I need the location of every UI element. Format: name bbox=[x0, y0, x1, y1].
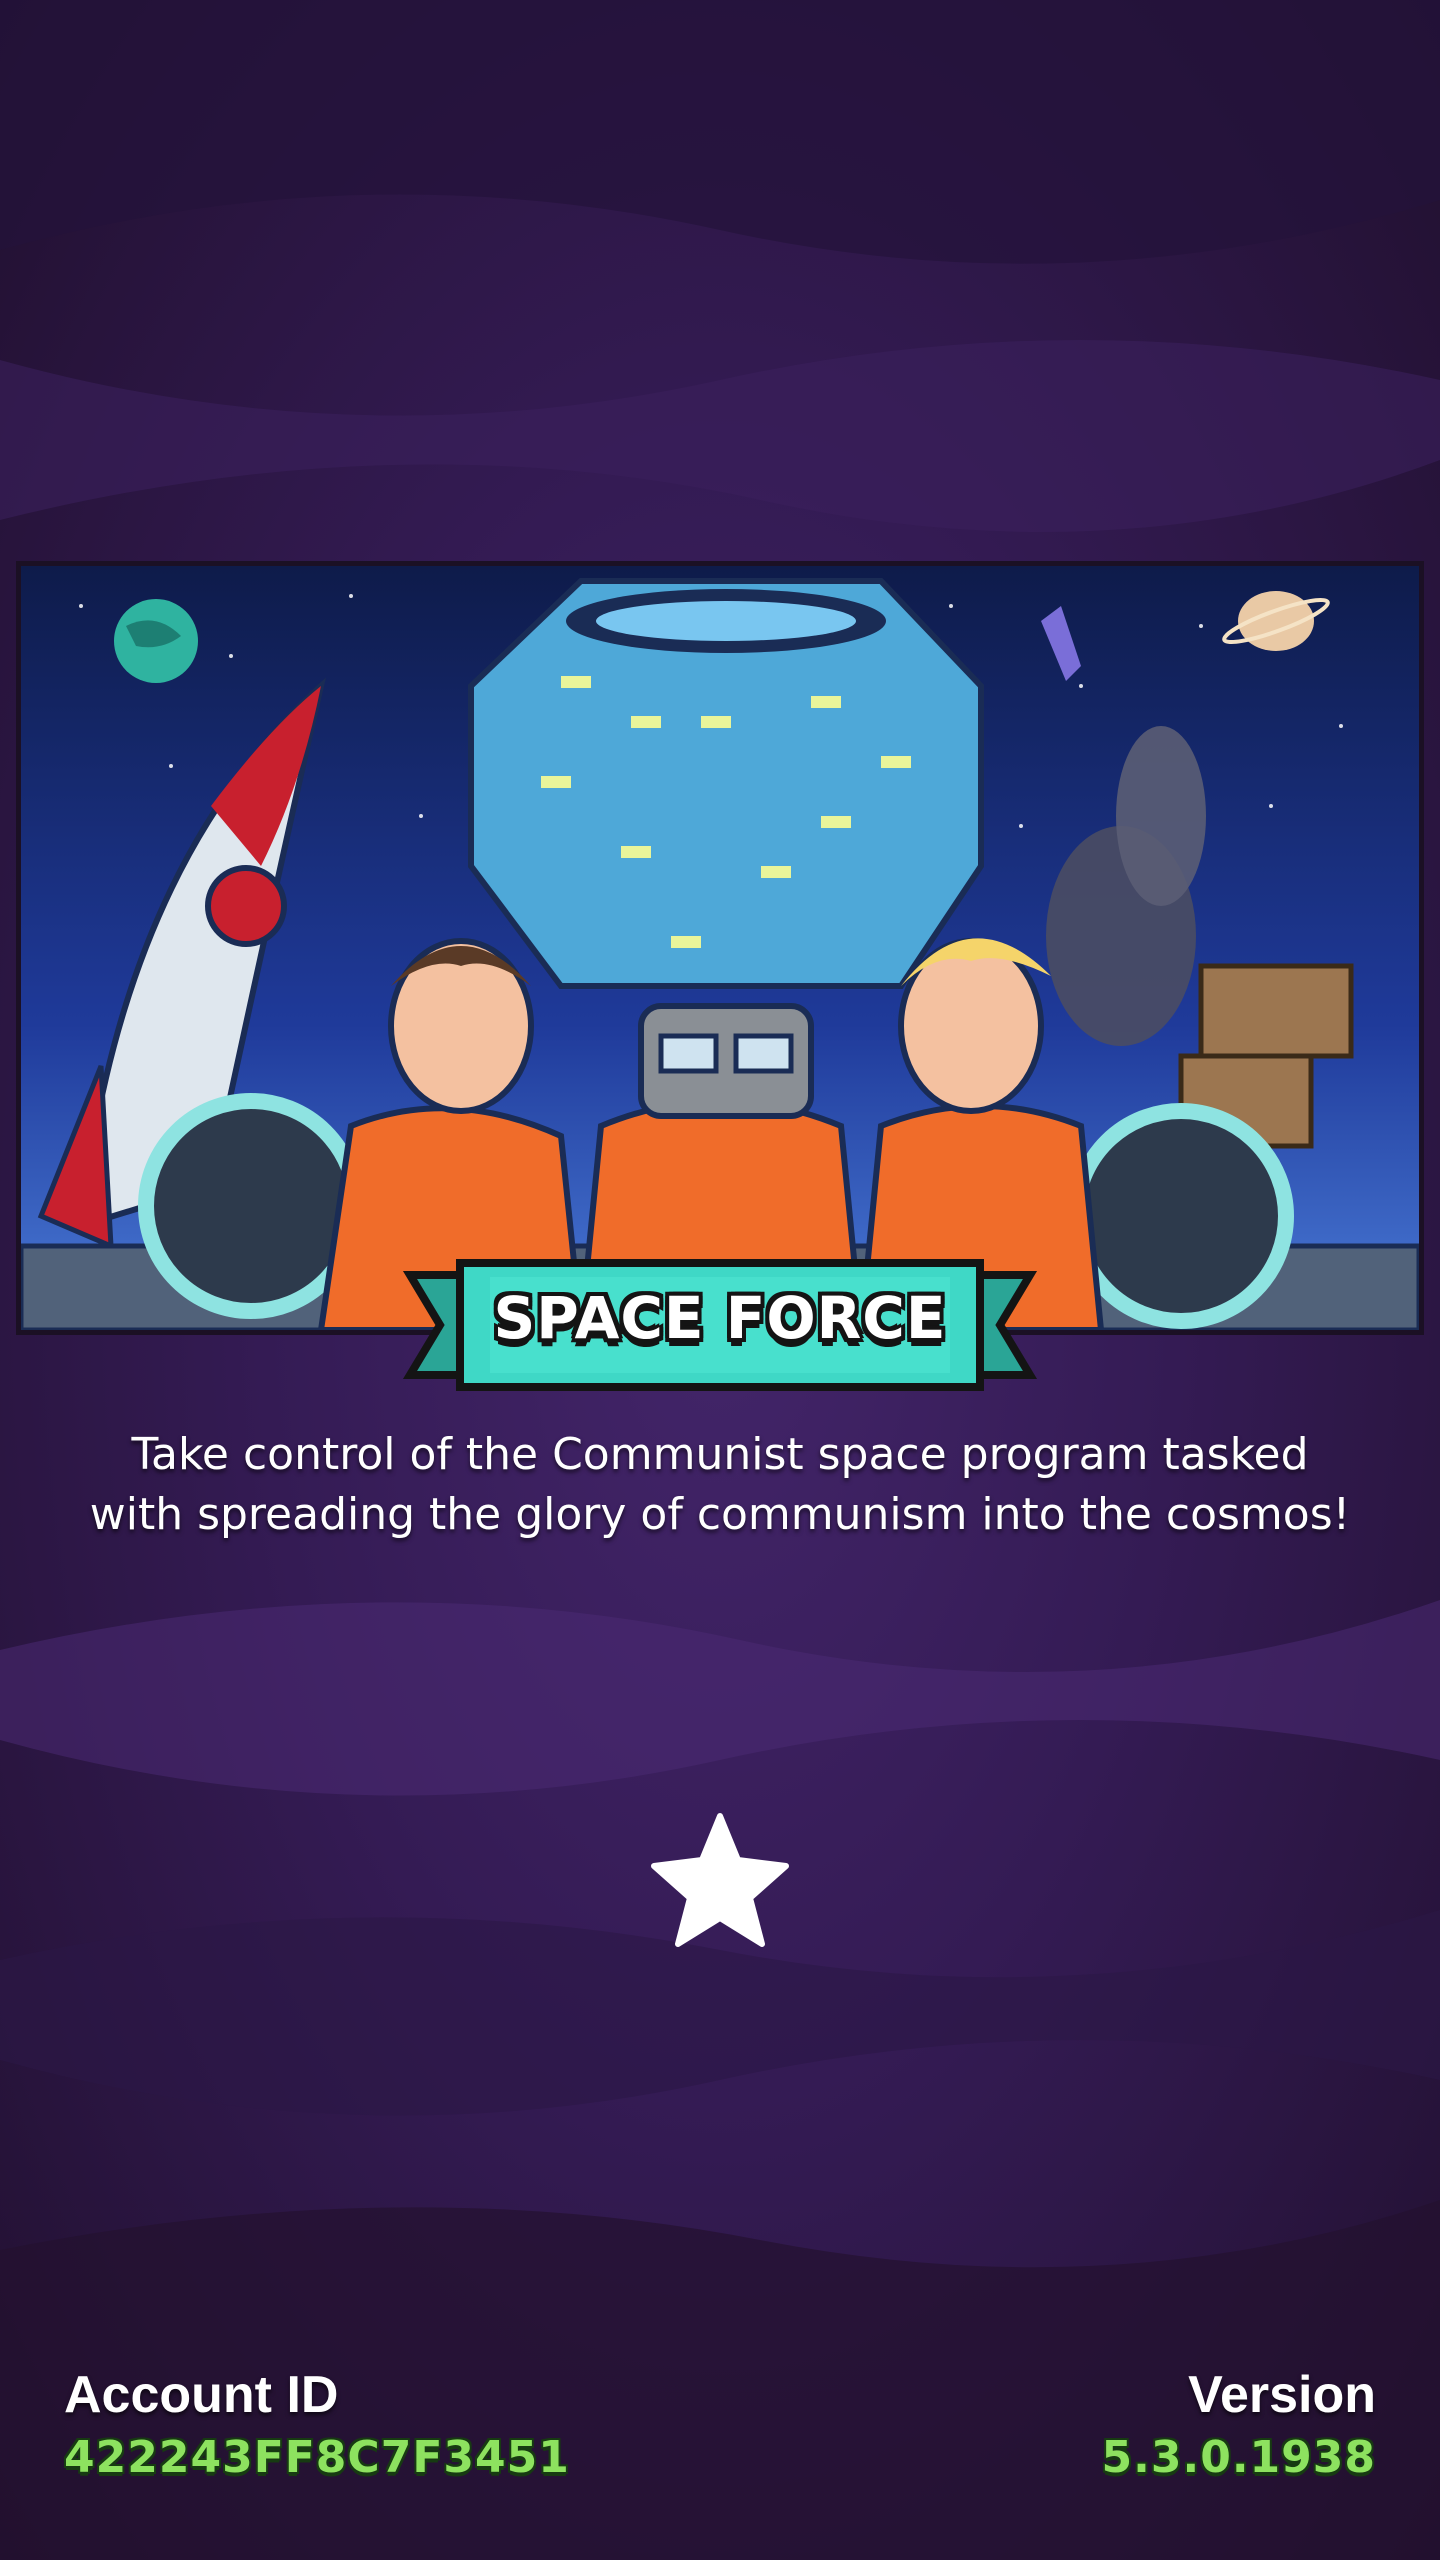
description-line: with spreading the glory of communism in… bbox=[89, 1489, 1351, 1540]
event-title: SPACE FORCE bbox=[493, 1284, 947, 1352]
event-banner bbox=[16, 561, 1424, 1335]
loading-screen: SPACE FORCE Take control of the Communis… bbox=[0, 0, 1440, 2560]
version-value: 5.3.0.1938 bbox=[1101, 2432, 1376, 2483]
event-description: Take control of the Communist space prog… bbox=[60, 1425, 1380, 1545]
space-force-illustration bbox=[21, 566, 1419, 1330]
account-id-label: Account ID bbox=[64, 2366, 339, 2424]
space-station bbox=[468, 578, 984, 989]
description-line: Take control of the Communist space prog… bbox=[131, 1429, 1309, 1480]
account-id-value: 422243FF8C7F3451 bbox=[64, 2432, 570, 2483]
star-icon bbox=[651, 1813, 789, 1947]
version-label: Version bbox=[1188, 2366, 1376, 2424]
